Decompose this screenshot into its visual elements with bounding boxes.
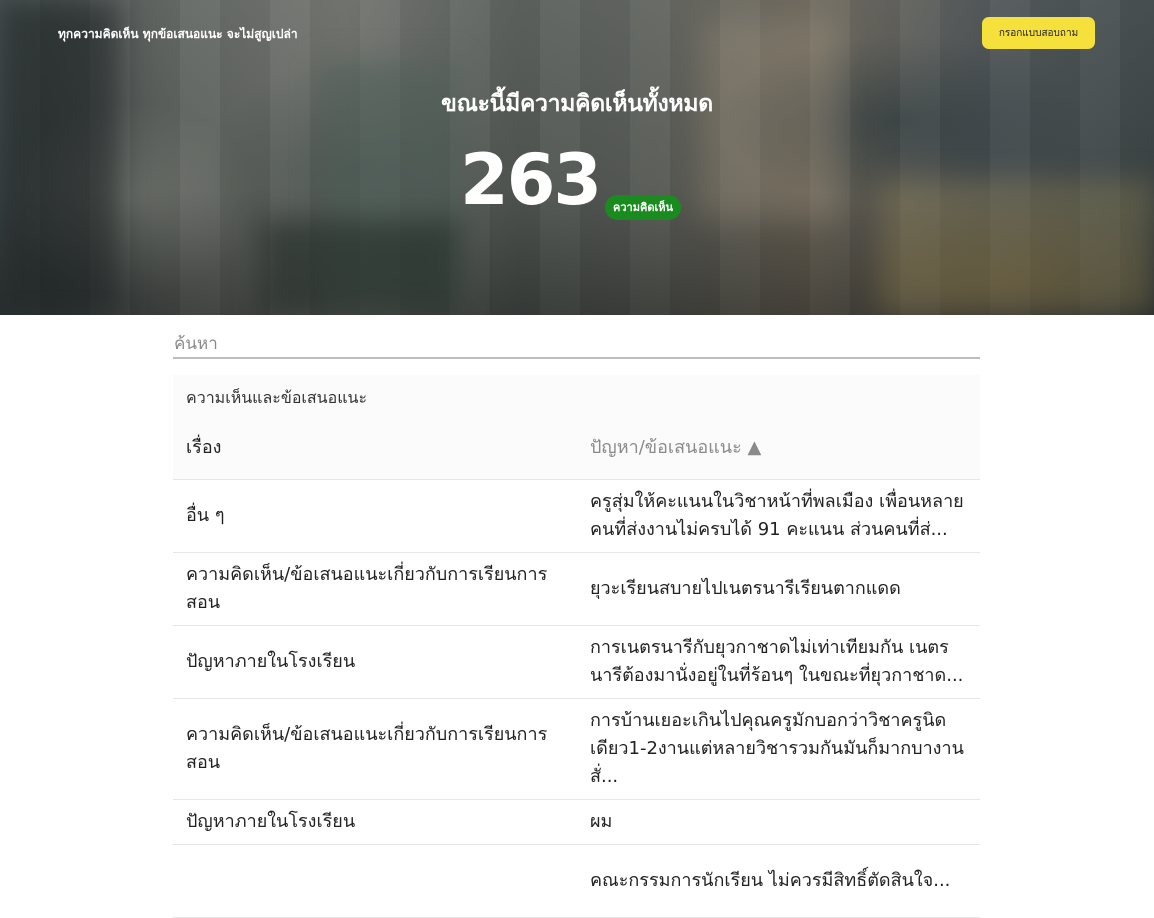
hero-banner: ทุกความคิดเห็น ทุกข้อเสนอแนะ จะไม่สูญเปล… (0, 0, 1154, 315)
hero-background-shape (880, 180, 1154, 315)
panel-title: ความเห็นและข้อเสนอแนะ (186, 388, 368, 407)
hero-background-shape (0, 0, 120, 315)
site-tagline: ทุกความคิดเห็น ทุกข้อเสนอแนะ จะไม่สูญเปล… (58, 27, 298, 41)
row-detail: ผม (577, 799, 980, 845)
survey-button[interactable]: กรอกแบบสอบถาม (982, 17, 1095, 49)
hero-background-shape (260, 220, 460, 315)
column-header-detail[interactable]: ปัญหา/ข้อเสนอแนะ ▲ (577, 415, 980, 480)
table-row[interactable]: อื่น ๆ ครูสุ่มให้คะแนนในวิชาหน้าที่พลเมื… (173, 479, 980, 553)
row-detail: ครูสุ่มให้คะแนนในวิชาหน้าที่พลเมือง เพื่… (577, 479, 980, 553)
comments-table: เรื่อง ปัญหา/ข้อเสนอแนะ ▲ อื่น ๆ ครูสุ่ม… (173, 415, 980, 918)
search-bar (173, 331, 980, 359)
row-topic: ปัญหาภายในโรงเรียน (173, 799, 577, 845)
column-header-topic[interactable]: เรื่อง (173, 415, 577, 480)
row-detail: การเนตรนารีกับยุวกาชาดไม่เท่าเทียมกัน เน… (577, 625, 980, 699)
table-row[interactable]: คณะกรรมการนักเรียน ไม่ควรมีสิทธิ์ตัดสินใ… (173, 844, 980, 918)
comment-count: 263 (460, 139, 602, 221)
row-topic: ความคิดเห็น/ข้อเสนอแนะเกี่ยวกับการเรียนก… (173, 552, 577, 626)
row-topic: ความคิดเห็น/ข้อเสนอแนะเกี่ยวกับการเรียนก… (173, 698, 577, 800)
row-topic: อื่น ๆ (173, 479, 577, 553)
table-row[interactable]: ความคิดเห็น/ข้อเสนอแนะเกี่ยวกับการเรียนก… (173, 552, 980, 626)
comment-count-badge: ความคิดเห็น (605, 195, 681, 220)
row-topic: ปัญหาภายในโรงเรียน (173, 625, 577, 699)
table-row[interactable]: ปัญหาภายในโรงเรียน ผม (173, 799, 980, 845)
main-content: ความเห็นและข้อเสนอแนะ เรื่อง ปัญหา/ข้อเส… (173, 315, 980, 918)
row-detail: การบ้านเยอะเกินไปคุณครูมักบอกว่าวิชาครูน… (577, 698, 980, 800)
comments-panel: ความเห็นและข้อเสนอแนะ เรื่อง ปัญหา/ข้อเส… (173, 375, 980, 918)
search-input[interactable] (173, 331, 980, 357)
row-topic (173, 844, 577, 918)
hero-title: ขณะนี้มีความคิดเห็นทั้งหมด (441, 91, 713, 117)
row-detail: ยุวะเรียนสบายไปเนตรนารีเรียนตากแดด (577, 552, 980, 626)
row-detail: คณะกรรมการนักเรียน ไม่ควรมีสิทธิ์ตัดสินใ… (577, 844, 980, 918)
table-row[interactable]: ปัญหาภายในโรงเรียน การเนตรนารีกับยุวกาชา… (173, 625, 980, 699)
table-header-row: เรื่อง ปัญหา/ข้อเสนอแนะ ▲ (173, 415, 980, 480)
table-row[interactable]: ความคิดเห็น/ข้อเสนอแนะเกี่ยวกับการเรียนก… (173, 698, 980, 800)
